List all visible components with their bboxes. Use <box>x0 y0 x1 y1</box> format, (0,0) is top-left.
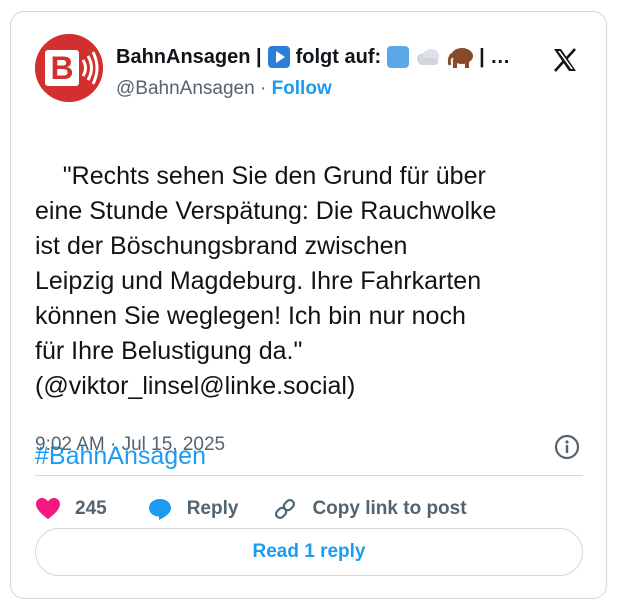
display-name-prefix: BahnAnsagen | <box>116 45 262 68</box>
blue-square-icon <box>387 46 410 68</box>
bahn-logo-icon: B <box>35 34 103 102</box>
svg-text:B: B <box>50 50 73 86</box>
display-name-middle: folgt auf: <box>295 45 382 68</box>
link-icon <box>275 498 296 520</box>
post-card: B BahnAnsagen | folgt auf: | … @BahnAnsa… <box>10 11 607 599</box>
avatar[interactable]: B <box>35 34 103 102</box>
reply-bubble-icon <box>148 499 171 520</box>
heart-icon <box>36 498 60 519</box>
display-name-ellipsis: | … <box>479 45 511 68</box>
timestamp[interactable]: 9:02 AM · Jul 15, 2025 <box>35 434 225 456</box>
post-text: "Rechts sehen Sie den Grund für über ein… <box>35 124 595 544</box>
handle-row: @BahnAnsagen · Follow <box>116 78 332 100</box>
x-logo-icon[interactable] <box>551 46 579 74</box>
like-button[interactable]: 245 <box>35 497 107 521</box>
follow-button[interactable]: Follow <box>272 78 332 99</box>
read-replies-label: Read 1 reply <box>252 541 366 562</box>
copy-link-label: Copy link to post <box>312 498 467 519</box>
play-icon <box>267 46 290 68</box>
like-count: 245 <box>75 498 107 519</box>
copy-link-button[interactable]: Copy link to post <box>272 496 467 522</box>
handle[interactable]: @BahnAnsagen <box>116 78 255 99</box>
post-body: "Rechts sehen Sie den Grund für über ein… <box>35 162 497 400</box>
separator: · <box>254 78 272 99</box>
divider <box>35 475 583 476</box>
action-bar: 245 Reply Copy link to post <box>35 494 467 524</box>
reply-button[interactable]: Reply <box>147 497 239 521</box>
display-name[interactable]: BahnAnsagen | folgt auf: | … <box>116 42 510 72</box>
reply-label: Reply <box>186 498 239 519</box>
cloud-icon <box>417 49 440 65</box>
mammoth-icon <box>448 48 474 68</box>
read-replies-button[interactable]: Read 1 reply <box>35 528 583 576</box>
info-icon[interactable] <box>554 434 580 460</box>
